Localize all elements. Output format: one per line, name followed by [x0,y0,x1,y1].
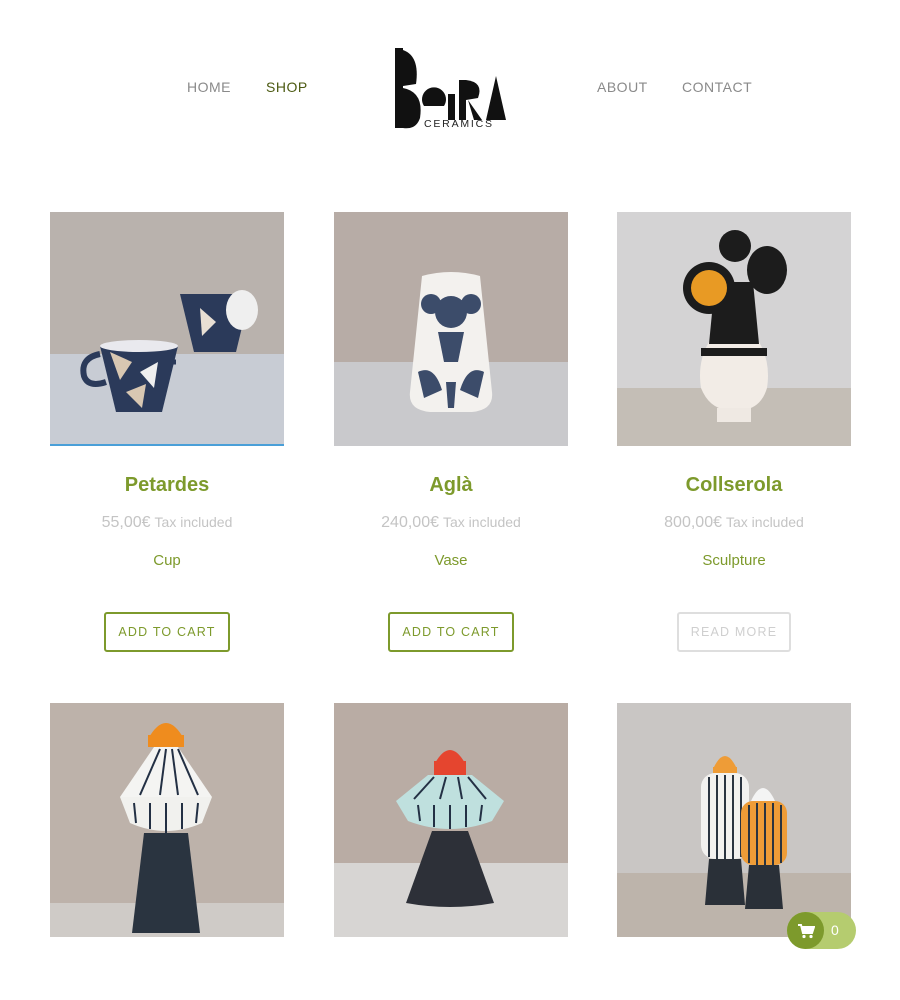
product-name[interactable]: Aglà [334,474,568,497]
add-to-cart-button[interactable]: ADD TO CART [104,612,230,652]
product-image[interactable] [334,703,568,937]
tax-note: Tax included [443,514,521,530]
product-image[interactable] [50,703,284,937]
logo-subtitle: CERAMICS [424,118,494,130]
nav-shop-link[interactable]: SHOP [266,79,308,95]
product-price: 800,00€ [664,514,722,531]
price-line: 55,00€ Tax included [50,514,284,532]
tax-note: Tax included [726,514,804,530]
product-image[interactable] [50,212,284,446]
boira-logo[interactable]: CERAMICS [392,46,510,134]
product-price: 240,00€ [381,514,439,531]
product-image[interactable] [617,212,851,446]
product-image[interactable] [617,703,851,937]
cart-button[interactable]: 0 [787,912,856,949]
read-more-button[interactable]: READ MORE [677,612,791,652]
tax-note: Tax included [154,514,233,530]
site-header: HOME SHOP CERAMICS ABOUT CONTACT [0,0,900,170]
nav-contact-link[interactable]: CONTACT [682,79,752,95]
nav-about-link[interactable]: ABOUT [597,79,648,95]
product-image[interactable] [334,212,568,446]
product-name[interactable]: Collserola [617,474,851,497]
price-line: 800,00€ Tax included [617,514,851,532]
cart-icon [787,912,824,949]
cart-count: 0 [831,922,839,938]
product-price: 55,00€ [101,514,151,531]
price-line: 240,00€ Tax included [334,514,568,532]
product-category[interactable]: Cup [50,552,284,569]
product-category[interactable]: Vase [334,552,568,569]
product-category[interactable]: Sculpture [617,552,851,569]
product-name[interactable]: Petardes [50,474,284,497]
nav-home-link[interactable]: HOME [187,79,231,95]
add-to-cart-button[interactable]: ADD TO CART [388,612,514,652]
